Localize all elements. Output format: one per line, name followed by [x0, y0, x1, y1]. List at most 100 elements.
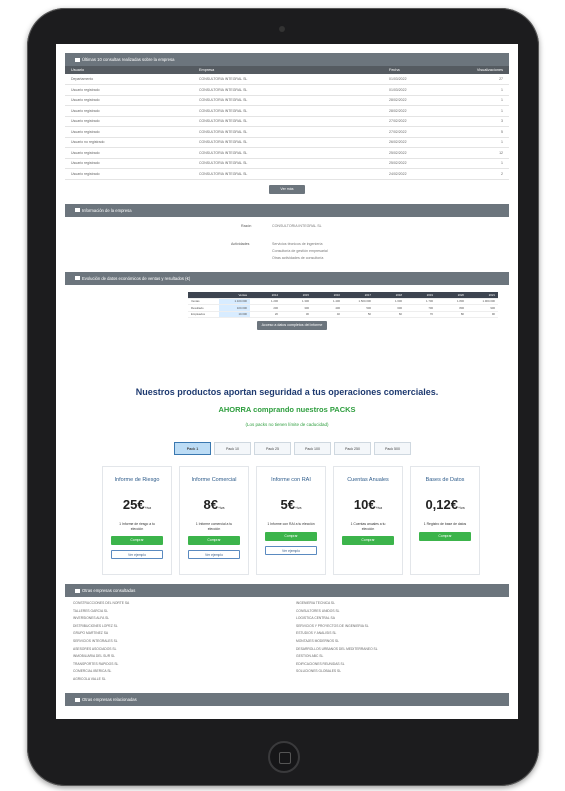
table-cell: 1	[449, 105, 509, 117]
mini-cell: 20	[250, 311, 281, 318]
table-cell: 27	[449, 74, 509, 85]
company-link[interactable]: CONSTRUCCIONES DEL NORTE SA	[73, 600, 129, 608]
price-unit: +iva	[144, 506, 152, 510]
card-description: 1 Registro de base de datos	[423, 522, 467, 526]
promo-title: Nuestros productos aportan seguridad a t…	[135, 387, 439, 397]
price-value: 10€	[353, 497, 376, 512]
table-cell: 12	[449, 147, 509, 159]
company-link[interactable]: AGRICOLA VALLE SL	[73, 676, 129, 684]
table-row[interactable]: Usuario registrado CONSULTORIA INTEGRAL S…	[65, 84, 509, 96]
table-cell: Usuario registrado	[65, 116, 193, 127]
price-unit: +iva	[294, 506, 302, 510]
table-cell: 25/02/2022	[383, 147, 449, 159]
table-cell: 01/03/2022	[383, 84, 449, 96]
table-row[interactable]: Usuario registrado CONSULTORIA INTEGRAL S…	[65, 116, 509, 127]
activity-line: Consultoría de gestión empresarial	[272, 248, 328, 253]
table-cell: CONSULTORIA INTEGRAL SL	[193, 168, 383, 180]
table-row[interactable]: Usuario registrado CONSULTORIA INTEGRAL S…	[65, 168, 509, 180]
table-cell: CONSULTORIA INTEGRAL SL	[193, 105, 383, 117]
table-cell: CONSULTORIA INTEGRAL SL	[193, 84, 383, 96]
table-cell: 1	[449, 158, 509, 169]
company-link[interactable]: EDIFICACIONES REUNIDAS SL	[296, 661, 378, 669]
table-row[interactable]: Departamento CONSULTORIA INTEGRAL SL 01/03…	[65, 74, 509, 85]
table-cell: Usuario no registrado	[65, 137, 193, 148]
product-card: Informe de Riesgo 25€+iva 1 Informe de r…	[102, 466, 172, 575]
sample-button[interactable]: Ver ejemplo	[188, 550, 240, 559]
card-price: 8€+iva	[180, 497, 248, 512]
company-link[interactable]: CONSULTORES UNIDOS SL	[296, 608, 378, 616]
card-description: 1 Informe con RAI a tu elección	[267, 522, 315, 526]
company-link[interactable]: GESTION ABC SL	[296, 653, 378, 661]
mini-cell: 10.000	[219, 311, 250, 318]
tab-pack[interactable]: Pack 25	[254, 442, 291, 455]
sample-button[interactable]: Ver ejemplo	[111, 550, 163, 559]
name-value: CONSULTORIA INTEGRAL SL	[272, 223, 322, 228]
home-button[interactable]	[268, 741, 300, 773]
mini-cell: 80	[436, 311, 467, 318]
buy-button[interactable]: Comprar	[419, 531, 471, 541]
sample-button[interactable]: Ver ejemplo	[265, 545, 317, 555]
company-link[interactable]: GRUPO MARTINEZ SA	[73, 630, 129, 638]
promo-note: (Los packs no tienen límite de caducidad…	[245, 422, 329, 427]
card-price: 5€+iva	[257, 497, 325, 512]
buy-button[interactable]: Comprar	[265, 531, 317, 541]
tab-pack[interactable]: Pack 250	[334, 442, 371, 455]
table-cell: CONSULTORIA INTEGRAL SL	[193, 95, 383, 106]
section-other-companies: Otras empresas consultadas	[65, 584, 509, 597]
table-header-row: Usuario Empresa Fecha Visualizaciones	[65, 66, 509, 74]
table-cell: 2	[449, 168, 509, 180]
table-cell: 28/02/2022	[383, 105, 449, 117]
company-link[interactable]: INVERSIONES ALFA SL	[73, 615, 129, 623]
company-link[interactable]: SOLUCIONES GLOBALES SL	[296, 668, 378, 676]
column-header: Fecha	[383, 66, 449, 74]
table-cell: Usuario registrado	[65, 158, 193, 169]
full-report-button[interactable]: Acceso a datos completos del informe	[257, 320, 327, 330]
company-link[interactable]: ASESORES ASOCIADOS SL	[73, 646, 129, 654]
buy-button[interactable]: Comprar	[111, 536, 163, 545]
company-link[interactable]: DESARROLLOS URBANOS DEL MEDITERRANEO SL	[296, 646, 378, 654]
table-cell: 27/02/2022	[383, 116, 449, 127]
companies-list-right: INGENIERIA TECNICA SL CONSULTORES UNIDOS …	[296, 600, 378, 676]
column-header: Empresa	[193, 66, 383, 74]
table-row[interactable]: Usuario registrado CONSULTORIA INTEGRAL S…	[65, 105, 509, 117]
buy-button[interactable]: Comprar	[188, 536, 240, 545]
tab-pack[interactable]: Pack 500	[374, 442, 411, 455]
buy-button[interactable]: Comprar	[342, 536, 394, 545]
company-link[interactable]: TALLERES GARCIA SL	[73, 608, 129, 616]
checks-table: Usuario Empresa Fecha Visualizaciones De…	[65, 66, 509, 180]
company-link[interactable]: TRANSPORTES RAPIDOS SL	[73, 661, 129, 669]
table-row[interactable]: Usuario no registrado CONSULTORIA INTEGRA…	[65, 137, 509, 148]
table-cell: 24/02/2022	[383, 168, 449, 180]
camera	[279, 26, 285, 32]
company-link[interactable]: SERVICIOS Y PROYECTOS DE INGENIERIA SL	[296, 623, 378, 631]
price-value: 5€	[280, 497, 295, 512]
table-cell: Usuario registrado	[65, 126, 193, 138]
company-link[interactable]: SERVICIOS INTEGRALES SL	[73, 638, 129, 646]
table-row[interactable]: Usuario registrado CONSULTORIA INTEGRAL S…	[65, 95, 509, 106]
table-row[interactable]: Usuario registrado CONSULTORIA INTEGRAL S…	[65, 147, 509, 159]
company-link[interactable]: LOGISTICA CENTRAL SA	[296, 615, 378, 623]
section-related-companies: Otras empresas relacionadas	[65, 693, 509, 706]
company-link[interactable]: INGENIERIA TECNICA SL	[296, 600, 378, 608]
see-more-button[interactable]: Ver más	[269, 184, 305, 194]
user-icon	[75, 57, 80, 62]
chart-icon	[75, 276, 80, 281]
card-price: 25€+iva	[103, 497, 171, 512]
tab-pack[interactable]: Pack 100	[294, 442, 331, 455]
column-header: Visualizaciones	[449, 66, 509, 74]
company-link[interactable]: INMOBILIARIA DEL SUR SL	[73, 653, 129, 661]
table-cell: CONSULTORIA INTEGRAL SL	[193, 137, 383, 148]
tab-pack[interactable]: Pack 10	[214, 442, 251, 455]
table-cell: Usuario registrado	[65, 147, 193, 159]
tab-pack[interactable]: Pack 1	[174, 442, 211, 455]
section-economic-data: Evolución de datos económicos de ventas …	[65, 271, 509, 285]
company-link[interactable]: COMERCIAL IBERICA SL	[73, 668, 129, 676]
building-icon	[75, 208, 80, 213]
table-cell: 3	[449, 116, 509, 127]
mini-cell: 60	[374, 311, 405, 318]
table-row[interactable]: Usuario registrado CONSULTORIA INTEGRAL S…	[65, 158, 509, 169]
table-row[interactable]: Usuario registrado CONSULTORIA INTEGRAL S…	[65, 126, 509, 138]
company-link[interactable]: MONTAJES MODERNOS SL	[296, 638, 378, 646]
company-link[interactable]: DISTRIBUCIONES LOPEZ SL	[73, 623, 129, 631]
company-link[interactable]: ESTUDIOS Y ANALISIS SL	[296, 630, 378, 638]
